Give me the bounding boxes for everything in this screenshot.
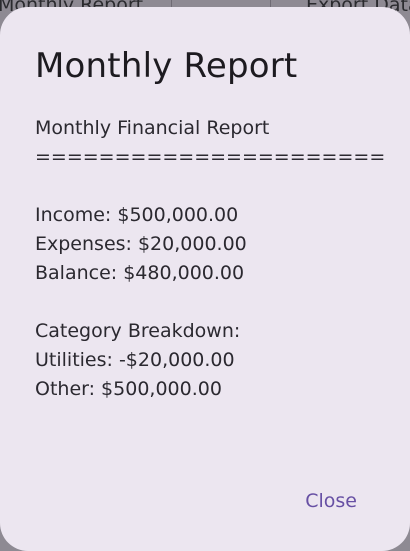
report-separator: ====================== [35, 146, 386, 168]
category-utilities-line: Utilities: -$20,000.00 [35, 349, 235, 371]
monthly-report-dialog: Monthly Report Monthly Financial Report … [0, 7, 410, 551]
balance-line: Balance: $480,000.00 [35, 262, 245, 284]
expenses-line: Expenses: $20,000.00 [35, 233, 247, 255]
close-button[interactable]: Close [305, 490, 357, 512]
report-heading: Monthly Financial Report [35, 117, 270, 139]
report-content: Monthly Financial Report ===============… [35, 114, 386, 404]
income-line: Income: $500,000.00 [35, 204, 239, 226]
report-spacer [35, 172, 375, 201]
category-other-line: Other: $500,000.00 [35, 378, 222, 400]
dialog-title: Monthly Report [35, 46, 298, 86]
category-breakdown-heading: Category Breakdown: [35, 320, 241, 342]
report-spacer [35, 288, 375, 317]
